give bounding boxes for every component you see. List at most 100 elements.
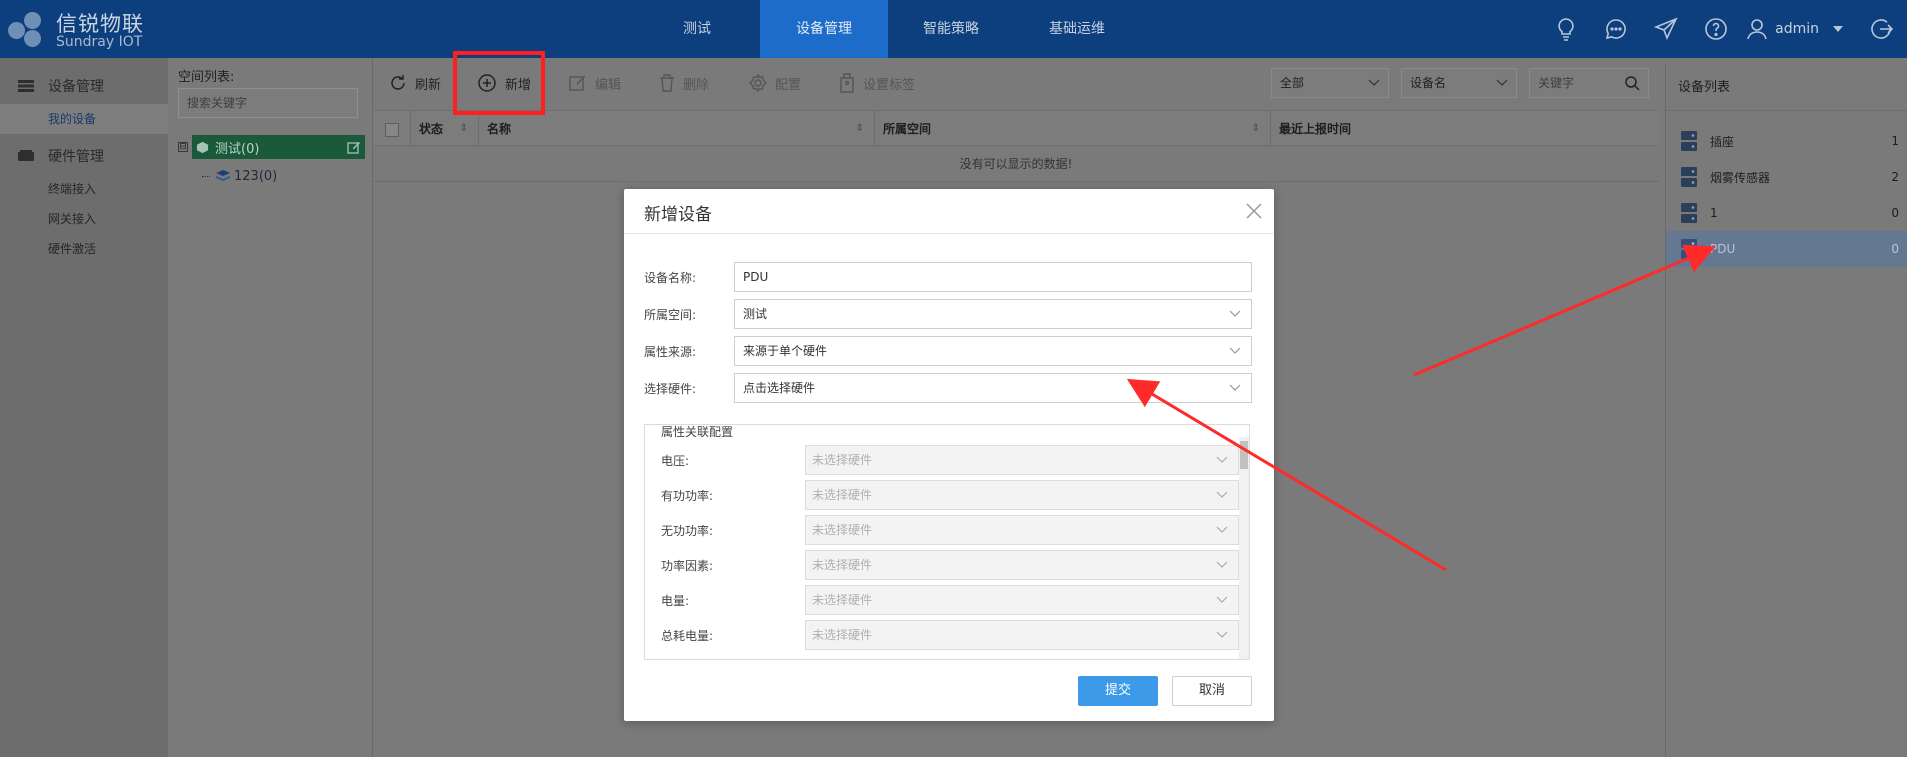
chevron-down-icon	[1216, 491, 1228, 498]
grid-empty-message: 没有可以显示的数据!	[373, 146, 1659, 182]
chevron-down-icon	[1216, 596, 1228, 603]
col-space[interactable]: 所属空间 ⇕	[875, 111, 1271, 147]
close-icon[interactable]	[1244, 201, 1264, 221]
set-tag-label: 设置标签	[863, 77, 916, 93]
prop-label: 电量:	[661, 593, 690, 608]
nav-my-devices[interactable]: 我的设备	[0, 104, 168, 134]
prop-label: 电压:	[661, 453, 690, 468]
space-search-input[interactable]: 搜索关键字	[178, 88, 358, 118]
top-icons: admin	[1541, 0, 1907, 58]
prop-hardware-select[interactable]: 未选择硬件	[805, 620, 1239, 650]
nav-gateway-access[interactable]: 网关接入	[0, 204, 168, 234]
nav-basic-ops[interactable]: 基础运维	[1014, 0, 1140, 58]
grid-select-all[interactable]	[373, 111, 411, 147]
edit-icon	[569, 75, 586, 91]
attr-binding-title: 属性关联配置	[657, 425, 738, 440]
keyword-search-input[interactable]: 关键字	[1529, 68, 1649, 98]
field-hardware: 选择硬件: 点击选择硬件	[644, 373, 1252, 403]
top-nav: 测试 设备管理 智能策略 基础运维	[634, 0, 1140, 58]
submit-button[interactable]: 提交	[1078, 676, 1158, 706]
delete-button[interactable]: 删除	[659, 72, 709, 94]
tree-child-node[interactable]: 123(0)	[202, 164, 277, 188]
prop-label: 无功功率:	[661, 523, 714, 538]
cube-icon	[196, 141, 209, 153]
device-count: 2	[1891, 170, 1899, 184]
col-status[interactable]: 状态 ⇕	[411, 111, 479, 147]
col-name[interactable]: 名称 ⇕	[479, 111, 875, 147]
cancel-button[interactable]: 取消	[1172, 676, 1252, 706]
prop-row: 电量: 未选择硬件	[661, 585, 1239, 615]
search-icon[interactable]	[1624, 75, 1640, 91]
prop-row: 电压: 未选择硬件	[661, 445, 1239, 475]
space-select[interactable]: 测试	[734, 299, 1252, 329]
chevron-down-icon	[1229, 347, 1241, 354]
sort-icon: ⇕	[855, 123, 864, 134]
attr-binding-section: 属性关联配置 电压: 未选择硬件 有功功率: 未选择硬件 无功功率: 未选择硬件…	[644, 424, 1250, 660]
config-button[interactable]: 配置	[749, 72, 801, 94]
col-status-label: 状态	[419, 122, 444, 136]
device-name: 烟雾传感器	[1710, 170, 1771, 185]
logo-mark-icon	[8, 12, 48, 48]
refresh-button[interactable]: 刷新	[389, 72, 441, 94]
server-icon	[1681, 131, 1697, 151]
prop-hardware-select[interactable]: 未选择硬件	[805, 585, 1239, 615]
tag-icon	[840, 73, 854, 93]
edit-button[interactable]: 编辑	[569, 72, 621, 94]
select-all-checkbox[interactable]	[385, 123, 399, 137]
section-scrollbar[interactable]	[1239, 437, 1249, 659]
server-icon	[1681, 167, 1697, 187]
refresh-icon	[391, 75, 405, 90]
prop-hardware-select[interactable]: 未选择硬件	[805, 550, 1239, 580]
tree-root-node[interactable]: ⊟ 测试(0)	[178, 134, 365, 160]
prop-hardware-select[interactable]: 未选择硬件	[805, 445, 1239, 475]
nav-group-hardware[interactable]: 硬件管理	[0, 138, 168, 174]
chat-icon[interactable]	[1591, 0, 1641, 58]
user-menu[interactable]: admin	[1741, 0, 1857, 58]
chevron-down-icon	[1368, 79, 1380, 86]
brand-subtitle: Sundray IOT	[56, 34, 143, 50]
bulb-icon[interactable]	[1541, 0, 1591, 58]
send-icon[interactable]	[1641, 0, 1691, 58]
scrollbar-thumb[interactable]	[1240, 441, 1248, 469]
nav-smart-policy[interactable]: 智能策略	[888, 0, 1014, 58]
device-list-item-selected[interactable]: PDU 0	[1666, 231, 1907, 267]
nav-hardware-activate[interactable]: 硬件激活	[0, 234, 168, 264]
nav-group-device-label: 设备管理	[48, 79, 104, 95]
nav-test[interactable]: 测试	[634, 0, 760, 58]
device-name: PDU	[1710, 242, 1736, 256]
hardware-icon	[18, 150, 34, 161]
chevron-down-icon	[1216, 561, 1228, 568]
col-name-label: 名称	[487, 122, 512, 136]
device-name-input[interactable]: PDU	[734, 262, 1252, 292]
toolbar: 刷新 新增 编辑 删除 配置 设置标签 全部 设备名 关键字	[373, 58, 1659, 108]
nav-group-device[interactable]: 设备管理	[0, 68, 168, 104]
help-icon[interactable]	[1691, 0, 1741, 58]
attr-source-select[interactable]: 来源于单个硬件	[734, 336, 1252, 366]
nav-terminal-access[interactable]: 终端接入	[0, 174, 168, 204]
trash-icon	[660, 74, 674, 92]
list-icon	[18, 80, 34, 92]
tree-toggle-icon[interactable]: ⊟	[178, 142, 188, 152]
prop-hardware-select[interactable]: 未选择硬件	[805, 480, 1239, 510]
device-name: 1	[1710, 206, 1718, 220]
user-name: admin	[1775, 21, 1819, 37]
user-icon	[1747, 19, 1767, 40]
set-tag-button[interactable]: 设置标签	[839, 72, 915, 94]
prop-value: 未选择硬件	[812, 488, 873, 502]
device-list-item[interactable]: 1 0	[1666, 195, 1907, 231]
add-device-dialog: 新增设备 设备名称: PDU 所属空间: 测试 属性来源: 来源于单个硬件 选择…	[624, 189, 1274, 721]
col-report-time[interactable]: 最近上报时间	[1271, 111, 1647, 147]
hardware-select[interactable]: 点击选择硬件	[734, 373, 1252, 403]
device-list-item[interactable]: 烟雾传感器 2	[1666, 159, 1907, 195]
prop-hardware-select[interactable]: 未选择硬件	[805, 515, 1239, 545]
nav-device-management[interactable]: 设备管理	[760, 0, 888, 58]
tree-root-selected[interactable]: 测试(0)	[192, 135, 365, 159]
chevron-down-icon	[1216, 631, 1228, 638]
logout-icon[interactable]	[1857, 0, 1907, 58]
prop-value: 未选择硬件	[812, 453, 873, 467]
device-list-item[interactable]: 插座 1	[1666, 123, 1907, 159]
left-nav: 设备管理 我的设备 硬件管理 终端接入 网关接入 硬件激活	[0, 58, 168, 757]
edit-icon[interactable]	[347, 140, 361, 154]
filter-field-select[interactable]: 设备名	[1401, 68, 1517, 98]
filter-scope-select[interactable]: 全部	[1271, 68, 1389, 98]
